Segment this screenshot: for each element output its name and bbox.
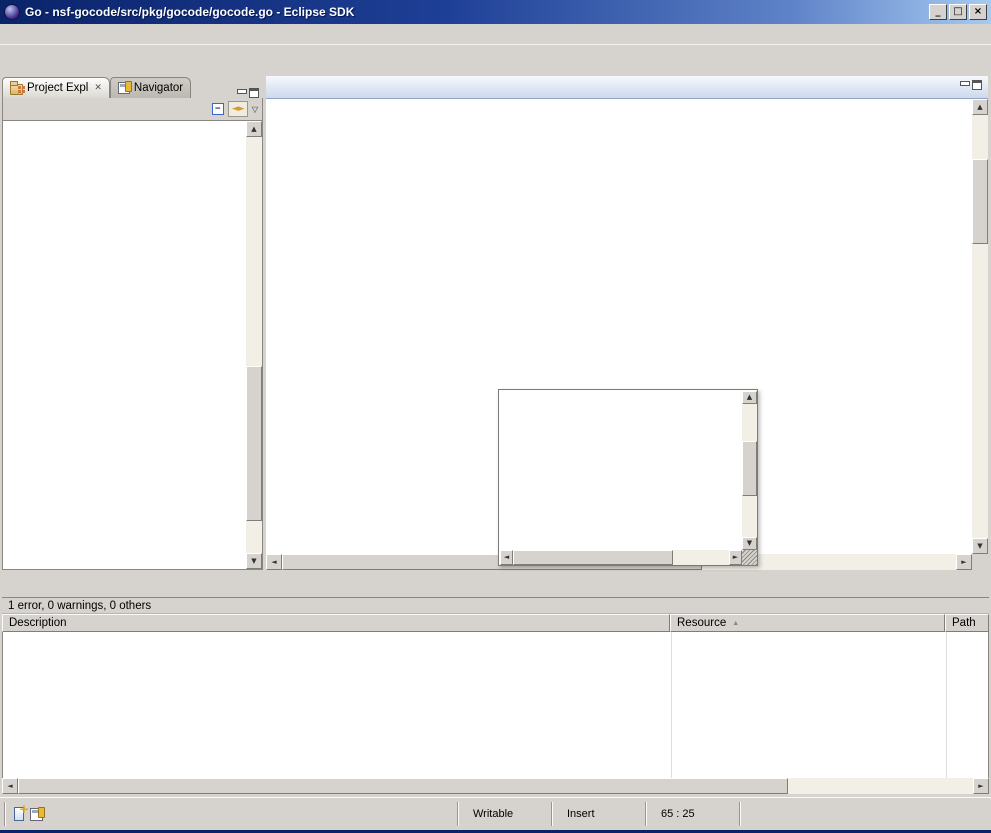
project-explorer-toolbar: − ◄► ▽ — [2, 98, 263, 120]
scroll-left-icon[interactable]: ◄ — [266, 554, 282, 570]
column-resource[interactable]: Resource ▲ — [670, 614, 945, 632]
close-button[interactable]: × — [969, 4, 987, 20]
tab-project-explorer[interactable]: Project Expl ✕ — [2, 77, 110, 98]
fast-view-icon[interactable] — [14, 807, 24, 821]
project-tree[interactable] — [3, 121, 245, 569]
tab-navigator[interactable]: Navigator — [110, 77, 191, 98]
scroll-left-icon[interactable]: ◄ — [2, 778, 18, 794]
problems-table-body — [2, 632, 989, 778]
scroll-up-icon[interactable]: ▲ — [742, 391, 757, 404]
status-bar: Writable Insert 65 : 25 — [0, 797, 991, 830]
project-explorer-panel: Project Expl ✕ Navigator − ◄► ▽ ▲ ▼ — [2, 76, 263, 570]
main-toolbar — [0, 44, 991, 74]
problems-panel: 1 error, 0 warnings, 0 others Descriptio… — [2, 575, 989, 795]
popup-hscrollbar[interactable]: ◄ ► — [500, 550, 742, 565]
scroll-down-icon[interactable]: ▼ — [246, 553, 262, 569]
column-label: Resource — [677, 617, 726, 629]
maximize-view-icon[interactable] — [249, 88, 259, 98]
menu-bar — [0, 24, 991, 44]
minimize-view-icon[interactable] — [237, 89, 246, 98]
scroll-thumb[interactable] — [246, 366, 262, 521]
window-title: Go - nsf-gocode/src/pkg/gocode/gocode.go… — [25, 5, 927, 19]
maximize-view-icon[interactable] — [972, 80, 982, 90]
editor-view-controls — [960, 80, 986, 90]
scroll-up-icon[interactable]: ▲ — [972, 99, 988, 115]
scroll-thumb[interactable] — [742, 441, 757, 496]
scroll-thumb[interactable] — [18, 778, 788, 794]
tree-scrollbar[interactable]: ▲ ▼ — [246, 121, 262, 569]
column-divider — [946, 632, 947, 778]
problems-table-header: Description Resource ▲ Path — [2, 614, 989, 632]
project-explorer-icon — [10, 84, 23, 95]
scroll-down-icon[interactable]: ▼ — [972, 538, 988, 554]
minimize-button[interactable]: _ — [929, 4, 947, 20]
scroll-down-icon[interactable]: ▼ — [742, 537, 757, 550]
tab-label: Project Expl — [27, 82, 88, 94]
eclipse-logo-icon — [4, 4, 20, 20]
resize-grip[interactable] — [742, 550, 757, 565]
editor-vscrollbar[interactable]: ▲ ▼ — [972, 99, 988, 554]
view-controls — [237, 88, 263, 98]
scroll-right-icon[interactable]: ► — [729, 550, 742, 565]
writable-status: Writable — [459, 808, 551, 820]
link-with-editor-icon[interactable]: ◄► — [228, 101, 248, 117]
sort-ascending-icon: ▲ — [732, 620, 739, 627]
column-description[interactable]: Description — [2, 614, 670, 632]
insert-mode-status: Insert — [553, 808, 645, 820]
autocomplete-popup: ▲ ▼ ◄ ► — [498, 389, 758, 566]
collapse-all-icon[interactable]: − — [212, 103, 224, 115]
problems-hscrollbar[interactable]: ◄ ► — [2, 778, 989, 794]
cursor-position: 65 : 25 — [647, 808, 739, 820]
scroll-up-icon[interactable]: ▲ — [246, 121, 262, 137]
navigator-icon — [118, 82, 130, 94]
tab-label: Navigator — [134, 82, 183, 94]
column-label: Path — [952, 617, 976, 629]
scroll-right-icon[interactable]: ► — [956, 554, 972, 570]
completion-list — [500, 391, 741, 550]
scroll-right-icon[interactable]: ► — [973, 778, 989, 794]
popup-vscrollbar[interactable]: ▲ ▼ — [742, 391, 757, 550]
maximize-button[interactable]: □ — [949, 4, 967, 20]
column-divider — [671, 632, 672, 778]
editor-tab-strip — [266, 76, 988, 99]
view-tab-strip: Project Expl ✕ Navigator — [2, 76, 263, 98]
close-icon[interactable]: ✕ — [94, 84, 102, 93]
title-bar[interactable]: Go - nsf-gocode/src/pkg/gocode/gocode.go… — [0, 0, 991, 24]
scroll-left-icon[interactable]: ◄ — [500, 550, 513, 565]
minimize-view-icon[interactable] — [960, 81, 969, 90]
scroll-thumb[interactable] — [972, 159, 988, 244]
editor-presentation-icon[interactable] — [30, 808, 43, 821]
bottom-tab-strip — [2, 575, 989, 597]
project-tree-container: ▲ ▼ — [2, 120, 263, 570]
problems-summary: 1 error, 0 warnings, 0 others — [2, 597, 989, 614]
eclipse-window: Go - nsf-gocode/src/pkg/gocode/gocode.go… — [0, 0, 991, 833]
view-menu-icon[interactable]: ▽ — [252, 105, 258, 114]
scroll-thumb[interactable] — [513, 550, 673, 565]
column-label: Description — [9, 617, 67, 629]
column-path[interactable]: Path — [945, 614, 989, 632]
